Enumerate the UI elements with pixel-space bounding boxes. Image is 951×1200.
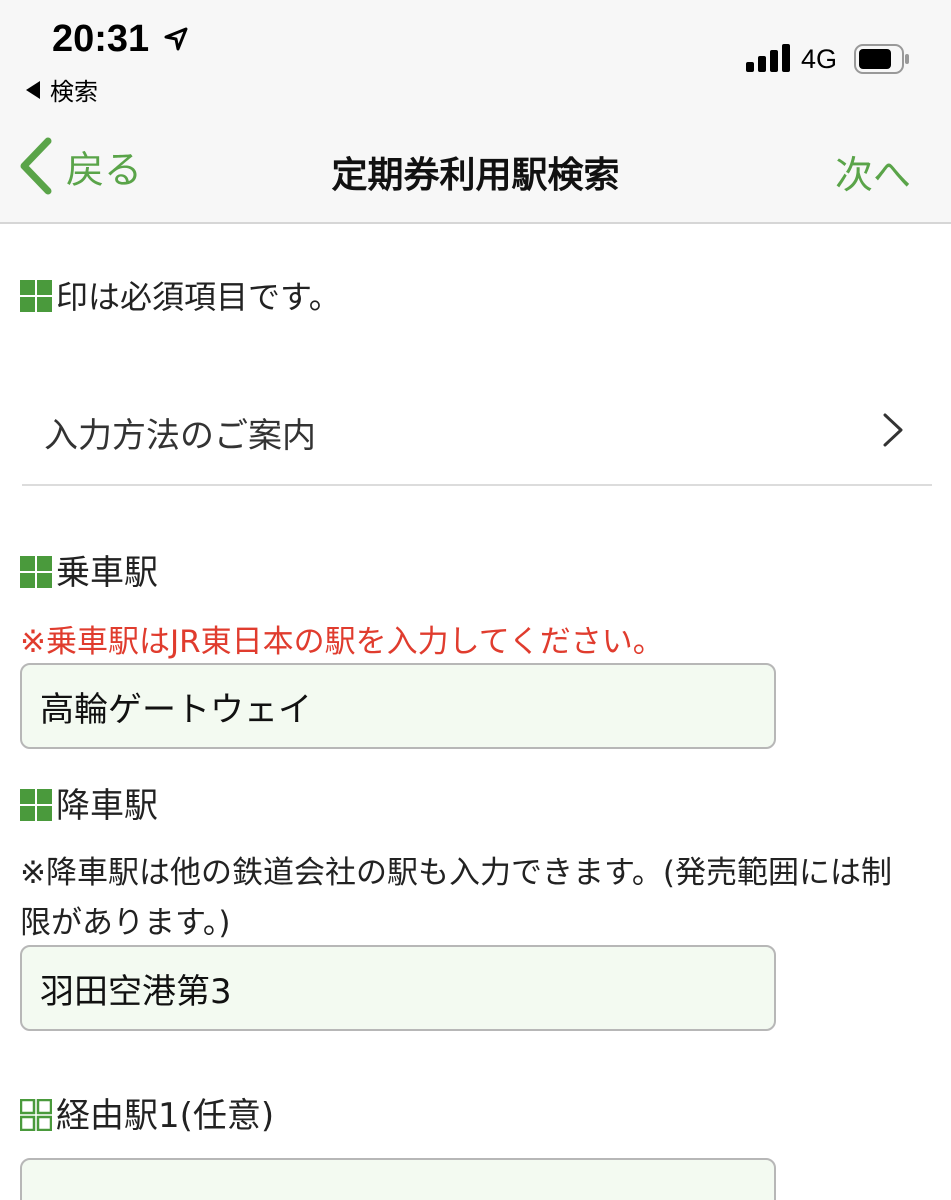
screen: 20:31 検索 4G 戻る 定期券利用駅検索 次へ 印は必須項目です。 入力方… bbox=[0, 0, 951, 1200]
back-triangle-icon bbox=[26, 80, 40, 99]
boarding-station-label-text: 乗車駅 bbox=[56, 553, 158, 593]
required-mark-icon bbox=[20, 280, 52, 312]
required-note: 印は必須項目です。 bbox=[20, 272, 341, 318]
via-station-1-input[interactable] bbox=[20, 1158, 776, 1200]
network-type: 4G bbox=[801, 44, 838, 74]
status-time: 20:31 bbox=[52, 18, 150, 60]
alighting-station-input[interactable] bbox=[20, 945, 776, 1031]
required-mark-icon bbox=[20, 789, 52, 821]
alighting-station-label-text: 降車駅 bbox=[56, 786, 158, 826]
location-arrow-icon bbox=[164, 27, 188, 51]
back-to-app-button[interactable]: 検索 bbox=[26, 72, 98, 107]
status-bar: 20:31 検索 4G bbox=[0, 0, 951, 110]
input-guide-label: 入力方法のご案内 bbox=[44, 416, 316, 456]
required-note-text: 印は必須項目です。 bbox=[56, 278, 341, 316]
via-station-1-label-text: 経由駅1(任意) bbox=[56, 1096, 275, 1136]
boarding-station-label: 乗車駅 bbox=[20, 545, 158, 594]
back-to-app-label: 検索 bbox=[50, 78, 98, 106]
cellular-signal-icon bbox=[746, 44, 790, 72]
next-button[interactable]: 次へ bbox=[835, 144, 911, 199]
alighting-station-note: ※降車駅は他の鉄道会社の駅も入力できます。(発売範囲には制限があります。) bbox=[20, 855, 892, 941]
boarding-station-note: ※乗車駅はJR東日本の駅を入力してください。 bbox=[20, 624, 664, 660]
optional-mark-icon bbox=[20, 1099, 52, 1131]
required-mark-icon bbox=[20, 556, 52, 588]
via-station-1-label: 経由駅1(任意) bbox=[20, 1088, 274, 1137]
page-title: 定期券利用駅検索 bbox=[331, 155, 620, 196]
alighting-station-label: 降車駅 bbox=[20, 778, 158, 827]
chevron-right-icon bbox=[883, 413, 903, 447]
boarding-station-input[interactable] bbox=[20, 663, 776, 749]
navigation-bar: 戻る 定期券利用駅検索 次へ bbox=[0, 110, 951, 224]
battery-icon bbox=[854, 44, 909, 74]
input-guide-link[interactable]: 入力方法のご案内 bbox=[22, 380, 932, 486]
